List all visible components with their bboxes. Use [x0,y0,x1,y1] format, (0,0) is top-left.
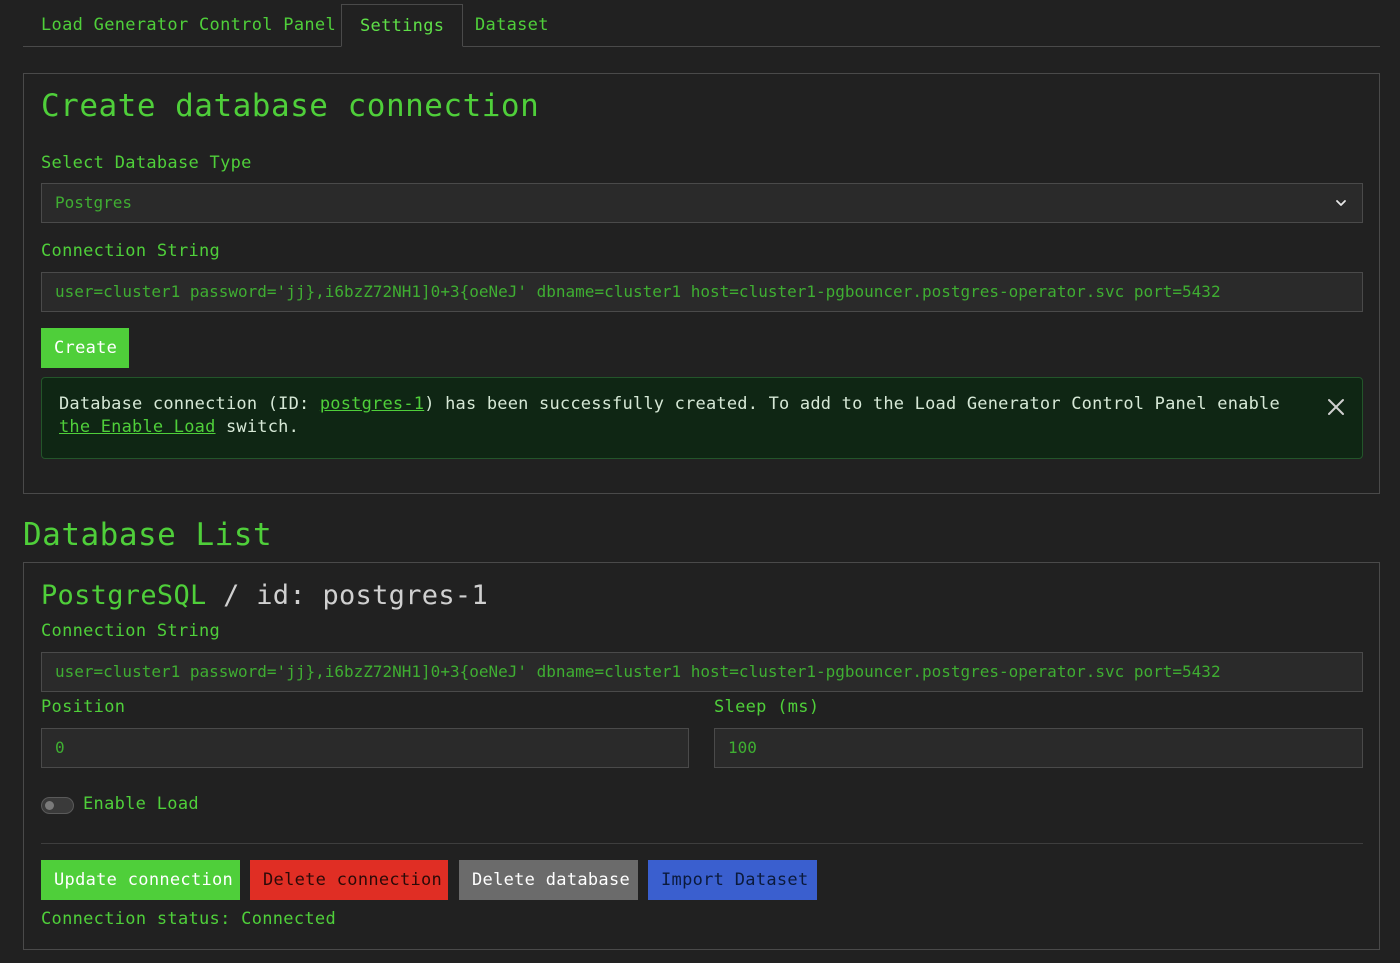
tab-load-generator-control-panel[interactable]: Load Generator Control Panel [23,4,354,46]
tab-settings[interactable]: Settings [341,4,464,47]
position-input[interactable]: 0 [41,728,689,768]
chevron-down-icon [1336,200,1346,206]
card-connection-string-label: Connection String [41,621,221,641]
alert-text-prefix: Database connection (ID: [59,394,320,414]
divider [41,843,1363,844]
card-connection-string-input[interactable]: user=cluster1 password='jj},i6bzZ72NH1]0… [41,652,1363,692]
tab-dataset[interactable]: Dataset [457,4,567,46]
delete-database-button[interactable]: Delete database [459,860,638,900]
db-type-label: Select Database Type [41,153,252,173]
tab-bar: Load Generator Control Panel Settings Da… [23,4,1380,47]
close-icon[interactable] [1326,397,1346,417]
import-dataset-button[interactable]: Import Dataset [648,860,817,900]
delete-connection-button[interactable]: Delete connection [250,860,448,900]
create-connection-title: Create database connection [41,88,540,124]
database-card: PostgreSQL / id: postgres-1 Connection S… [23,562,1380,950]
alert-link-enable-load[interactable]: the Enable Load [59,417,216,437]
enable-load-toggle[interactable] [41,797,74,814]
connection-string-label: Connection String [41,241,221,261]
update-connection-button[interactable]: Update connection [41,860,240,900]
database-list-title: Database List [23,517,273,553]
create-button[interactable]: Create [41,328,129,368]
alert-text-middle: ) has been successfully created. To add … [424,394,1280,414]
database-type-label: PostgreSQL [41,580,207,611]
alert-link-connection-id[interactable]: postgres-1 [320,394,424,414]
connection-string-input[interactable]: user=cluster1 password='jj},i6bzZ72NH1]0… [41,272,1363,312]
position-label: Position [41,697,126,717]
sleep-label: Sleep (ms) [714,697,820,717]
database-card-title: PostgreSQL / id: postgres-1 [41,580,488,611]
database-id-label: / id: postgres-1 [206,580,489,611]
create-connection-panel: Create database connection Select Databa… [23,73,1380,494]
success-alert: Database connection (ID: postgres-1) has… [41,377,1363,459]
settings-page: Load Generator Control Panel Settings Da… [0,0,1400,963]
enable-load-label: Enable Load [83,794,199,814]
alert-text-suffix: switch. [215,417,300,437]
toggle-knob [45,801,54,810]
sleep-input[interactable]: 100 [714,728,1363,768]
db-type-select[interactable]: Postgres [41,183,1363,223]
db-type-value: Postgres [55,193,133,212]
connection-status: Connection status: Connected [41,909,336,929]
